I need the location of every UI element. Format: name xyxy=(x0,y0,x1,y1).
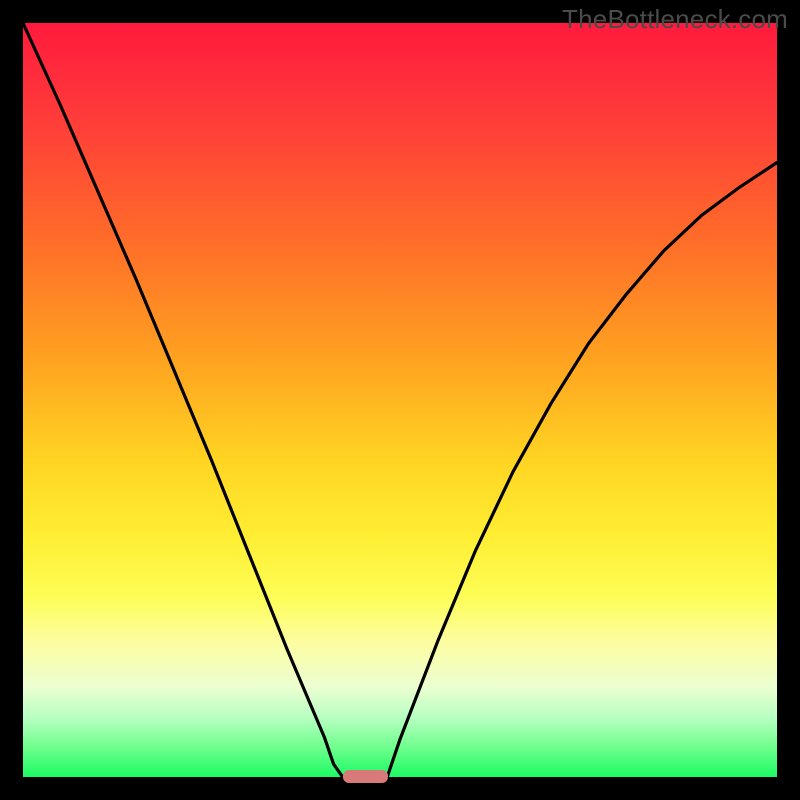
watermark-text: TheBottleneck.com xyxy=(562,4,788,35)
optimal-marker xyxy=(343,770,388,783)
plot-area xyxy=(23,23,777,777)
bottleneck-curve xyxy=(23,23,777,777)
chart-frame: TheBottleneck.com xyxy=(0,0,800,800)
